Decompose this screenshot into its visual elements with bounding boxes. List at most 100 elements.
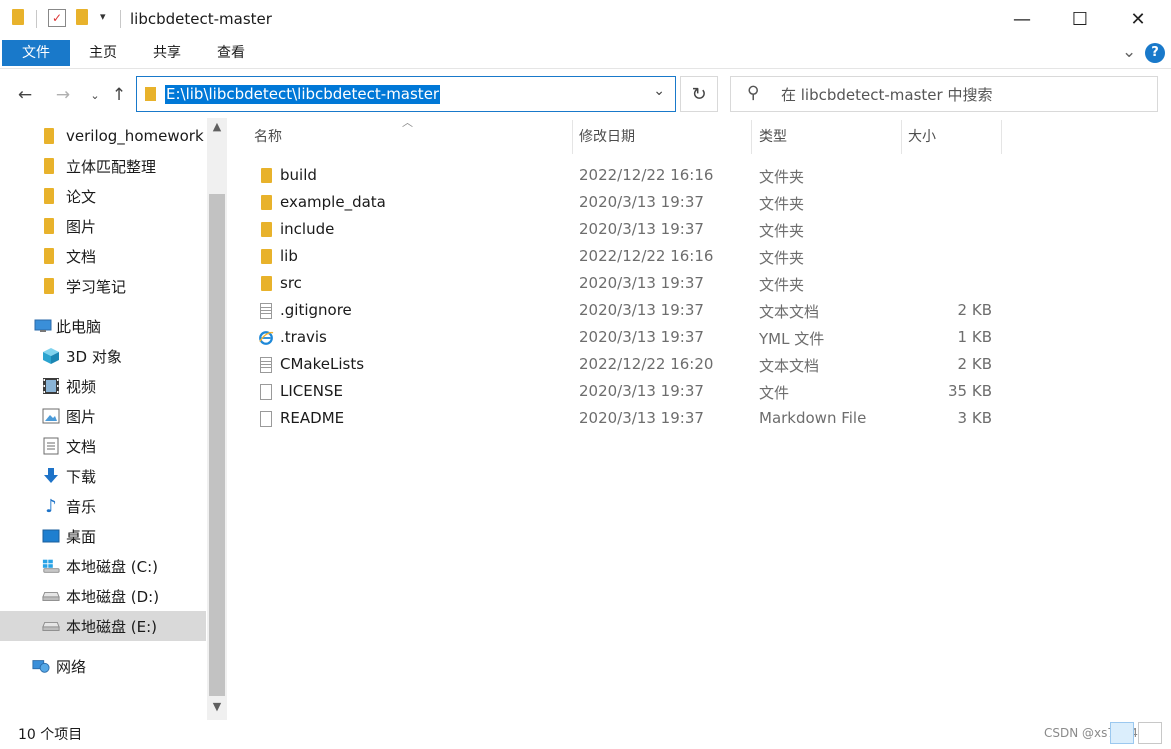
nav-item-label: 立体匹配整理 bbox=[66, 157, 157, 176]
properties-icon[interactable]: ✓ bbox=[48, 9, 66, 27]
nav-item-pictures[interactable]: 图片 bbox=[0, 401, 206, 431]
file-row[interactable]: lib 2022/12/22 16:16 文件夹 bbox=[246, 243, 1002, 270]
folder-icon bbox=[44, 128, 54, 144]
nav-item-label: 3D 对象 bbox=[66, 347, 122, 366]
folder-icon bbox=[44, 158, 54, 174]
folder-icon bbox=[44, 278, 54, 294]
nav-item-papers[interactable]: 论文 bbox=[0, 181, 206, 211]
folder-icon bbox=[12, 9, 24, 25]
ribbon-tabs: 文件 主页 共享 查看 ⌄ ? bbox=[0, 38, 1171, 69]
file-type: 文件夹 bbox=[759, 168, 805, 186]
search-box[interactable]: ⚲ bbox=[730, 76, 1158, 112]
file-name: README bbox=[280, 409, 345, 427]
new-folder-icon[interactable] bbox=[76, 9, 88, 25]
nav-item-verilog-homework[interactable]: verilog_homework bbox=[0, 121, 206, 151]
file-name: CMakeLists bbox=[280, 355, 365, 373]
file-row[interactable]: CMakeLists 2022/12/22 16:20 文本文档 2 KB bbox=[246, 351, 1002, 378]
back-arrow-icon[interactable]: ← bbox=[12, 82, 38, 108]
nav-item-this-pc[interactable]: 此电脑 bbox=[0, 311, 206, 341]
ribbon-expand-icon[interactable]: ⌄ bbox=[1122, 42, 1136, 62]
nav-item-documents-folder[interactable]: 文档 bbox=[0, 241, 206, 271]
file-row[interactable]: build 2022/12/22 16:16 文件夹 bbox=[246, 162, 1002, 189]
up-arrow-icon[interactable]: ↑ bbox=[106, 82, 132, 108]
music-icon: ♪ bbox=[45, 495, 57, 517]
column-header-name[interactable]: 名称 bbox=[254, 124, 282, 152]
nav-item-label: 音乐 bbox=[66, 497, 97, 516]
nav-item-label: 图片 bbox=[66, 407, 97, 426]
search-icon: ⚲ bbox=[747, 83, 760, 103]
help-icon[interactable]: ? bbox=[1145, 43, 1165, 63]
nav-item-study-notes[interactable]: 学习笔记 bbox=[0, 271, 206, 301]
file-type: YML 文件 bbox=[759, 330, 825, 348]
column-divider[interactable] bbox=[751, 120, 752, 154]
column-header-type[interactable]: 类型 bbox=[759, 124, 787, 152]
blank-file-icon bbox=[258, 383, 274, 400]
file-type: 文件夹 bbox=[759, 276, 805, 294]
nav-item-label: 文档 bbox=[66, 437, 97, 456]
nav-item-drive-c[interactable]: 本地磁盘 (C:) bbox=[0, 551, 206, 581]
nav-item-desktop[interactable]: 桌面 bbox=[0, 521, 206, 551]
details-view-button[interactable] bbox=[1110, 722, 1134, 744]
column-divider[interactable] bbox=[1001, 120, 1002, 154]
scroll-up-icon[interactable]: ▲ bbox=[207, 118, 227, 136]
nav-item-downloads[interactable]: 下载 bbox=[0, 461, 206, 491]
chevron-down-icon[interactable]: ⌄ bbox=[653, 83, 665, 99]
refresh-icon[interactable]: ↻ bbox=[680, 76, 718, 112]
file-row[interactable]: .gitignore 2020/3/13 19:37 文本文档 2 KB bbox=[246, 297, 1002, 324]
folder-icon bbox=[44, 248, 54, 264]
folder-icon bbox=[258, 167, 274, 184]
column-divider[interactable] bbox=[901, 120, 902, 154]
search-input[interactable] bbox=[779, 84, 1143, 106]
tab-file[interactable]: 文件 bbox=[2, 40, 70, 66]
column-header-size[interactable]: 大小 bbox=[908, 124, 936, 152]
address-bar[interactable]: E:\lib\libcbdetect\libcbdetect-master ⌄ bbox=[136, 76, 676, 112]
maximize-button[interactable]: ☐ bbox=[1051, 0, 1109, 38]
file-date: 2022/12/22 16:16 bbox=[579, 247, 714, 265]
nav-item-drive-e[interactable]: 本地磁盘 (E:) bbox=[0, 611, 206, 641]
large-icons-view-button[interactable] bbox=[1138, 722, 1162, 744]
close-button[interactable]: ✕ bbox=[1109, 0, 1167, 38]
forward-arrow-icon[interactable]: → bbox=[50, 82, 76, 108]
file-row[interactable]: LICENSE 2020/3/13 19:37 文件 35 KB bbox=[246, 378, 1002, 405]
file-type: 文件夹 bbox=[759, 222, 805, 240]
title-bar: ✓ ▾ libcbdetect-master — ☐ ✕ bbox=[0, 0, 1171, 38]
nav-item-pictures-folder[interactable]: 图片 bbox=[0, 211, 206, 241]
scrollbar-thumb[interactable] bbox=[209, 194, 225, 696]
recent-locations-chevron-icon[interactable]: ⌄ bbox=[82, 82, 108, 108]
scroll-down-icon[interactable]: ▼ bbox=[207, 698, 227, 716]
tab-view[interactable]: 查看 bbox=[208, 40, 254, 66]
item-count: 10 个项目 bbox=[18, 727, 83, 743]
text-file-icon bbox=[258, 302, 274, 319]
desktop-icon bbox=[42, 527, 60, 545]
file-row[interactable]: .travis 2020/3/13 19:37 YML 文件 1 KB bbox=[246, 324, 1002, 351]
nav-item-network[interactable]: 网络 bbox=[0, 651, 206, 681]
nav-item-label: 视频 bbox=[66, 377, 97, 396]
nav-item-label: 论文 bbox=[66, 187, 97, 206]
file-row[interactable]: src 2020/3/13 19:37 文件夹 bbox=[246, 270, 1002, 297]
text-file-icon bbox=[258, 356, 274, 373]
tab-home[interactable]: 主页 bbox=[80, 40, 126, 66]
nav-item-stereo-matching[interactable]: 立体匹配整理 bbox=[0, 151, 206, 181]
file-date: 2020/3/13 19:37 bbox=[579, 301, 704, 319]
column-header-date[interactable]: 修改日期 bbox=[579, 124, 635, 152]
file-row[interactable]: README 2020/3/13 19:37 Markdown File 3 K… bbox=[246, 405, 1002, 432]
address-path[interactable]: E:\lib\libcbdetect\libcbdetect-master bbox=[165, 85, 441, 104]
nav-item-drive-d[interactable]: 本地磁盘 (D:) bbox=[0, 581, 206, 611]
tab-share[interactable]: 共享 bbox=[144, 40, 190, 66]
pictures-icon bbox=[42, 407, 60, 425]
file-row[interactable]: include 2020/3/13 19:37 文件夹 bbox=[246, 216, 1002, 243]
column-divider[interactable] bbox=[572, 120, 573, 154]
nav-item-videos[interactable]: 视频 bbox=[0, 371, 206, 401]
nav-item-3d-objects[interactable]: 3D 对象 bbox=[0, 341, 206, 371]
customize-toolbar-icon[interactable]: ▾ bbox=[100, 10, 106, 28]
minimize-button[interactable]: — bbox=[993, 0, 1051, 38]
file-type: 文件夹 bbox=[759, 249, 805, 267]
nav-item-label: 本地磁盘 (D:) bbox=[66, 587, 160, 606]
file-name: include bbox=[280, 220, 335, 238]
nav-item-documents[interactable]: 文档 bbox=[0, 431, 206, 461]
file-date: 2020/3/13 19:37 bbox=[579, 193, 704, 211]
window-title: libcbdetect-master bbox=[130, 10, 272, 28]
nav-scrollbar[interactable]: ▲ ▼ bbox=[207, 118, 227, 720]
file-row[interactable]: example_data 2020/3/13 19:37 文件夹 bbox=[246, 189, 1002, 216]
nav-item-music[interactable]: ♪ 音乐 bbox=[0, 491, 206, 521]
